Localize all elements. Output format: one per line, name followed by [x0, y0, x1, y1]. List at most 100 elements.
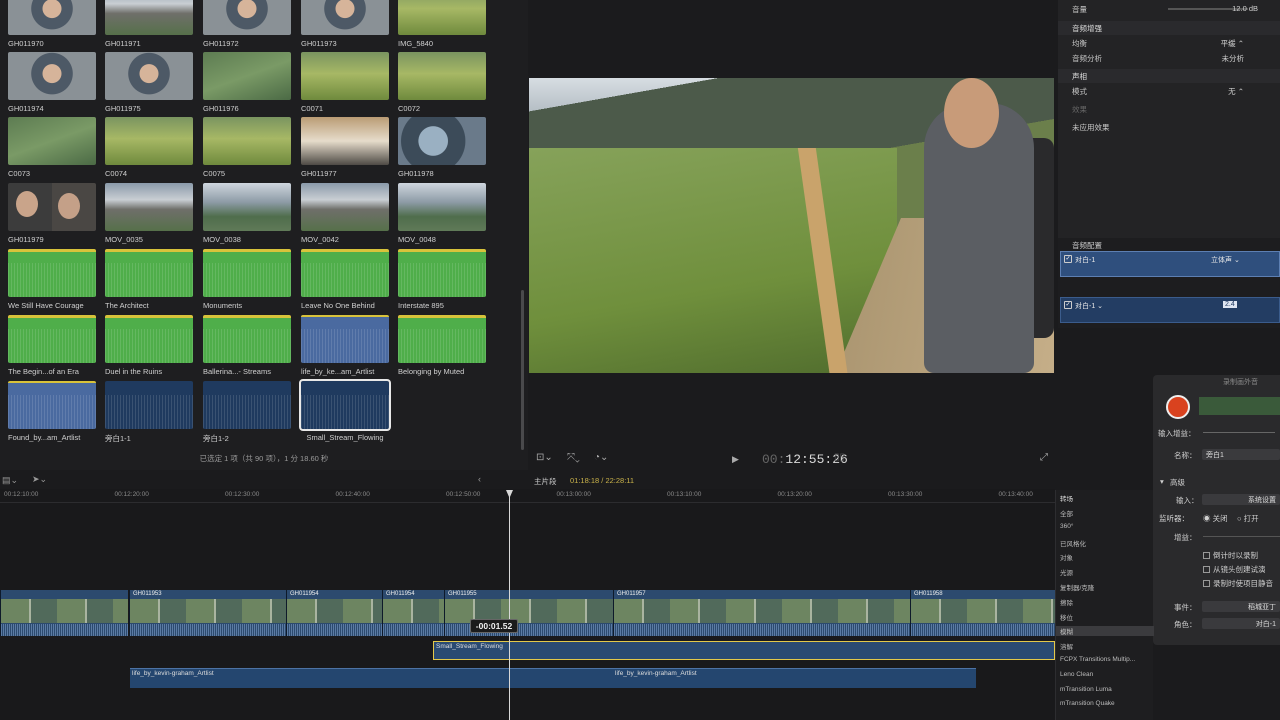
clip-thumbnail[interactable] [301, 315, 389, 363]
clip-thumbnail[interactable] [8, 52, 96, 100]
transition-category[interactable]: Leno Clean [1060, 671, 1152, 678]
clip-item[interactable]: 旁白1-1 [105, 381, 193, 444]
clip-thumbnail[interactable] [203, 381, 291, 429]
transition-category[interactable]: 已风格化 [1060, 538, 1152, 548]
clip-thumbnail[interactable] [203, 117, 291, 165]
clip-item[interactable]: C0071 [301, 52, 389, 113]
pan-mode-select[interactable]: 无 ⌃ [1228, 86, 1244, 97]
clip-item[interactable]: GH011979 [8, 183, 96, 244]
clip-item[interactable]: GH011977 [301, 117, 389, 178]
clip-thumbnail[interactable] [105, 249, 193, 297]
clip-thumbnail[interactable] [398, 249, 486, 297]
transition-category[interactable]: mTransition Quake [1060, 700, 1152, 707]
auditions-checkbox[interactable] [1203, 566, 1210, 573]
name-field[interactable]: 旁白1 [1202, 449, 1280, 460]
clip-thumbnail[interactable] [398, 52, 486, 100]
clip-thumbnail[interactable] [105, 0, 193, 35]
clip-item[interactable]: We Still Have Courage [8, 249, 96, 310]
pan-section[interactable]: 声相 [1058, 69, 1280, 83]
video-clip[interactable]: GH011954 [382, 590, 444, 636]
playhead[interactable] [509, 490, 510, 720]
audio-track-2[interactable]: ✓ 对白-1 ⌄ 2.4 [1060, 297, 1280, 323]
dragged-audio-clip[interactable]: Small_Stream_Flowing [433, 641, 1055, 660]
clip-item[interactable]: GH011971 [105, 0, 193, 48]
clip-thumbnail[interactable] [8, 315, 96, 363]
enhance-section[interactable]: 音频增强 [1058, 21, 1280, 35]
clip-item[interactable]: Found_by...am_Artlist [8, 381, 96, 442]
input-select[interactable]: 系统设置 [1202, 494, 1280, 505]
event-select[interactable]: 稻城亚丁 [1202, 601, 1280, 612]
clip-item[interactable]: Monuments [203, 249, 291, 310]
option-countdown[interactable]: 倒计时以录制 [1153, 548, 1280, 561]
advanced-disclosure-icon[interactable]: ▾ [1160, 477, 1164, 486]
gain-slider[interactable] [1203, 536, 1280, 537]
clip-thumbnail[interactable] [398, 117, 486, 165]
music-clip-2[interactable]: life_by_kevin-graham_Artlist [613, 668, 976, 688]
transition-category[interactable]: FCPX Transitions Multip... [1060, 656, 1152, 663]
mute-checkbox[interactable] [1203, 580, 1210, 587]
music-clip-1[interactable]: life_by_kevin-graham_Artlist [130, 668, 613, 688]
clip-thumbnail[interactable] [105, 315, 193, 363]
audio-track-1[interactable]: ✓ 对白-1 立体声 ⌄ [1060, 251, 1280, 277]
layout-icon[interactable]: ▤⌄ [2, 475, 18, 486]
clip-thumbnail[interactable] [301, 0, 389, 35]
clip-thumbnail[interactable] [105, 381, 193, 429]
clip-item[interactable]: GH011974 [8, 52, 96, 113]
track1-checkbox-icon[interactable]: ✓ [1064, 255, 1072, 263]
clip-item[interactable]: Belonging by Muted [398, 315, 486, 376]
clip-item[interactable]: Duel in the Ruins [105, 315, 193, 376]
countdown-checkbox[interactable] [1203, 552, 1210, 559]
clip-item[interactable]: IMG_5840 [398, 0, 486, 48]
browser-scrollbar[interactable] [521, 290, 524, 450]
video-clip[interactable]: GH011954 [286, 590, 382, 636]
select-tool-icon[interactable]: ➤⌄ [32, 474, 47, 485]
clip-item[interactable]: 旁白1-2 [203, 381, 291, 444]
clip-item[interactable]: Ballerina...- Streams [203, 315, 291, 376]
speed-icon[interactable]: ◔⌄ [594, 452, 608, 463]
video-clip[interactable]: GH011953 [129, 590, 286, 636]
clip-item[interactable]: MOV_0035 [105, 183, 193, 244]
clip-thumbnail[interactable] [203, 315, 291, 363]
clip-thumbnail[interactable] [301, 117, 389, 165]
clip-item[interactable]: C0072 [398, 52, 486, 113]
monitor-on-radio[interactable]: ○ 打开 [1237, 513, 1259, 524]
clip-item[interactable]: C0075 [203, 117, 291, 178]
timeline-ruler[interactable]: 00:12:10:00 00:12:20:00 00:12:30:00 00:12:4… [0, 489, 1055, 503]
clip-item[interactable]: GH011975 [105, 52, 193, 113]
track1-mode-select[interactable]: 立体声 ⌄ [1211, 255, 1240, 265]
play-icon[interactable]: ▶ [732, 454, 739, 465]
clip-thumbnail[interactable] [301, 52, 389, 100]
clip-thumbnail[interactable] [105, 52, 193, 100]
track2-checkbox-icon[interactable]: ✓ [1064, 301, 1072, 309]
clip-thumbnail[interactable] [8, 249, 96, 297]
clip-thumbnail[interactable] [398, 183, 486, 231]
back-icon[interactable]: ‹ [478, 474, 481, 484]
input-gain-slider[interactable] [1203, 432, 1275, 433]
clip-thumbnail[interactable] [398, 315, 486, 363]
clip-thumbnail[interactable] [203, 0, 291, 35]
clip-thumbnail[interactable] [299, 379, 391, 431]
eq-select[interactable]: 平缓 ⌃ [1221, 38, 1244, 49]
video-clip[interactable]: GH011957 [613, 590, 910, 636]
monitor-off-radio[interactable]: ◉ 关闭 [1203, 513, 1228, 524]
clip-thumbnail[interactable] [301, 249, 389, 297]
clip-item[interactable]: C0073 [8, 117, 96, 178]
clip-item[interactable]: The Architect [105, 249, 193, 310]
clip-item[interactable]: MOV_0042 [301, 183, 389, 244]
clip-item[interactable]: GH011976 [203, 52, 291, 113]
role-select[interactable]: 对白-1 [1202, 618, 1280, 629]
video-clip[interactable] [0, 590, 128, 636]
clip-thumbnail[interactable] [203, 52, 291, 100]
fullscreen-icon[interactable]: ⤢ [1040, 452, 1048, 463]
clip-item[interactable]: The Begin...of an Era [8, 315, 96, 376]
clip-item[interactable]: Leave No One Behind [301, 249, 389, 310]
clip-item[interactable]: Small_Stream_Flowing [299, 379, 391, 442]
clip-item[interactable]: GH011970 [8, 0, 96, 48]
clip-thumbnail[interactable] [301, 183, 389, 231]
clip-thumbnail[interactable] [105, 117, 193, 165]
clip-item[interactable]: MOV_0038 [203, 183, 291, 244]
clip-item[interactable]: GH011978 [398, 117, 486, 178]
transition-category[interactable]: 模糊 [1056, 626, 1154, 637]
option-auditions[interactable]: 从镜头创建试演 [1153, 562, 1280, 575]
clip-item[interactable]: life_by_ke...am_Artlist [301, 315, 389, 376]
